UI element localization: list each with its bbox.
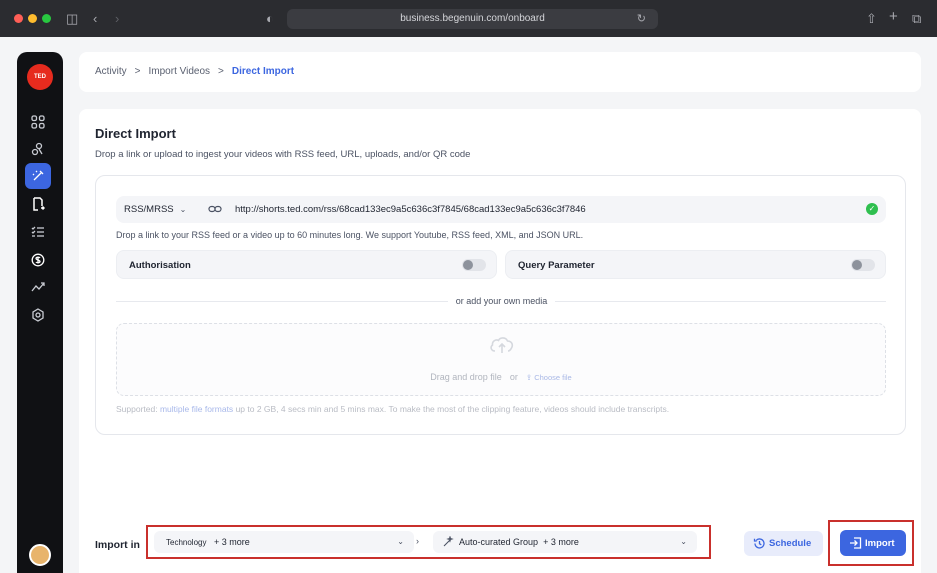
import-in-label: Import in [95,539,140,551]
new-tab-icon[interactable]: + [889,9,898,24]
group-select-text: Auto-curated Group + 3 more [459,537,579,547]
close-window-button[interactable] [14,14,23,23]
breadcrumb-bar: Activity > Import Videos > Direct Import [79,52,921,92]
category-select[interactable]: Technology + 3 more ⌄ [154,531,414,553]
magic-wand-icon [443,536,454,547]
tab-overview-icon[interactable]: ⧉ [912,12,921,25]
import-nav-icon[interactable] [25,163,51,189]
minimize-window-button[interactable] [28,14,37,23]
breadcrumb-direct-import: Direct Import [231,66,295,77]
chevron-down-icon: ⌄ [179,205,187,214]
maximize-window-button[interactable] [42,14,51,23]
monetization-nav-icon[interactable] [25,247,51,273]
breadcrumb-separator: > [134,66,141,77]
schedule-clock-icon [753,538,765,549]
dropzone-text: Drag and drop file or ⇪ Choose file [117,372,885,382]
group-select[interactable]: Auto-curated Group + 3 more ⌄ [433,531,697,553]
breadcrumb-import-videos[interactable]: Import Videos [149,66,211,77]
breadcrumb-separator: > [218,66,224,77]
or-text: or [509,372,518,382]
link-icon [208,205,222,213]
query-parameter-label: Query Parameter [518,260,595,271]
privacy-shield-icon[interactable]: ◐ [266,12,274,25]
supported-prefix: Supported: [116,404,158,414]
source-url-input[interactable]: http://shorts.ted.com/rss/68cad133ec9a5c… [235,204,586,215]
settings-nav-icon[interactable] [25,302,51,328]
import-icon [850,537,862,549]
switch-knob [463,260,473,270]
dashboard-nav-icon[interactable] [25,109,51,135]
query-parameter-toggle-row: Query Parameter [505,250,886,279]
cloud-upload-icon [490,337,514,353]
sidebar-toggle-icon[interactable]: ◫ [66,12,78,25]
address-bar[interactable]: business.begenuin.com/onboard ↻ [287,9,658,29]
authorisation-switch[interactable] [462,259,486,271]
group-more: + 3 more [543,537,579,547]
import-button-label: Import [865,538,895,549]
source-type-value: RSS/MRSS [124,204,174,215]
video-upload-nav-icon[interactable] [25,191,51,217]
authorisation-label: Authorisation [129,260,191,271]
source-type-select[interactable]: RSS/MRSS ⌄ [124,204,186,215]
import-button[interactable]: Import [840,530,906,556]
upload-icon: ⇪ [525,373,535,382]
file-dropzone[interactable]: Drag and drop file or ⇪ Choose file [116,323,886,396]
divider-label: or add your own media [96,296,907,306]
choose-file-link[interactable]: Choose file [534,373,572,382]
divider-text: or add your own media [447,296,556,306]
address-bar-url: business.begenuin.com/onboard [400,13,545,24]
source-helper-text: Drop a link to your RSS feed or a video … [116,230,584,240]
schedule-button[interactable]: Schedule [744,531,823,556]
authorisation-toggle-row: Authorisation [116,250,497,279]
checklist-nav-icon[interactable] [25,219,51,245]
forward-icon[interactable]: › [115,12,119,25]
destination-highlight: Technology + 3 more ⌄ › Auto-curated Gro… [146,525,711,559]
switch-knob [852,260,862,270]
file-formats-link[interactable]: multiple file formats [160,404,233,414]
brand-logo[interactable]: TED [27,64,53,90]
supported-formats-text: Supported: multiple file formats up to 2… [116,404,669,414]
supported-suffix: up to 2 GB, 4 secs min and 5 mins max. T… [235,404,670,414]
group-value: Auto-curated Group [459,537,539,547]
reload-icon[interactable]: ↻ [637,12,646,25]
user-avatar[interactable] [29,544,51,566]
category-value: Technology [166,538,207,547]
browser-toolbar: ◫ ‹ › ◐ business.begenuin.com/onboard ↻ … [0,0,937,37]
category-select-text: Technology + 3 more [166,537,250,547]
analytics-nav-icon[interactable] [25,274,51,300]
sidebar: TED [17,52,63,573]
chevron-down-icon: ⌄ [397,537,404,546]
category-more: + 3 more [214,537,250,547]
query-parameter-switch[interactable] [851,259,875,271]
breadcrumb-activity[interactable]: Activity [95,66,127,77]
breadcrumb: Activity > Import Videos > Direct Import [95,66,294,77]
chevron-down-icon: ⌄ [680,537,687,546]
source-url-row: RSS/MRSS ⌄ http://shorts.ted.com/rss/68ca… [116,196,886,223]
page-title: Direct Import [95,126,176,141]
url-valid-check-icon: ✓ [866,203,878,215]
people-nav-icon[interactable] [25,136,51,162]
direct-import-card: Direct Import Drop a link or upload to i… [79,109,921,573]
share-icon[interactable]: ⇧ [866,12,877,25]
import-source-panel: RSS/MRSS ⌄ http://shorts.ted.com/rss/68ca… [95,175,906,435]
back-icon[interactable]: ‹ [93,12,97,25]
page-subtitle: Drop a link or upload to ingest your vid… [95,149,471,160]
chevron-right-icon: › [416,536,419,546]
drag-drop-text: Drag and drop file [430,372,502,382]
schedule-button-label: Schedule [769,538,812,549]
